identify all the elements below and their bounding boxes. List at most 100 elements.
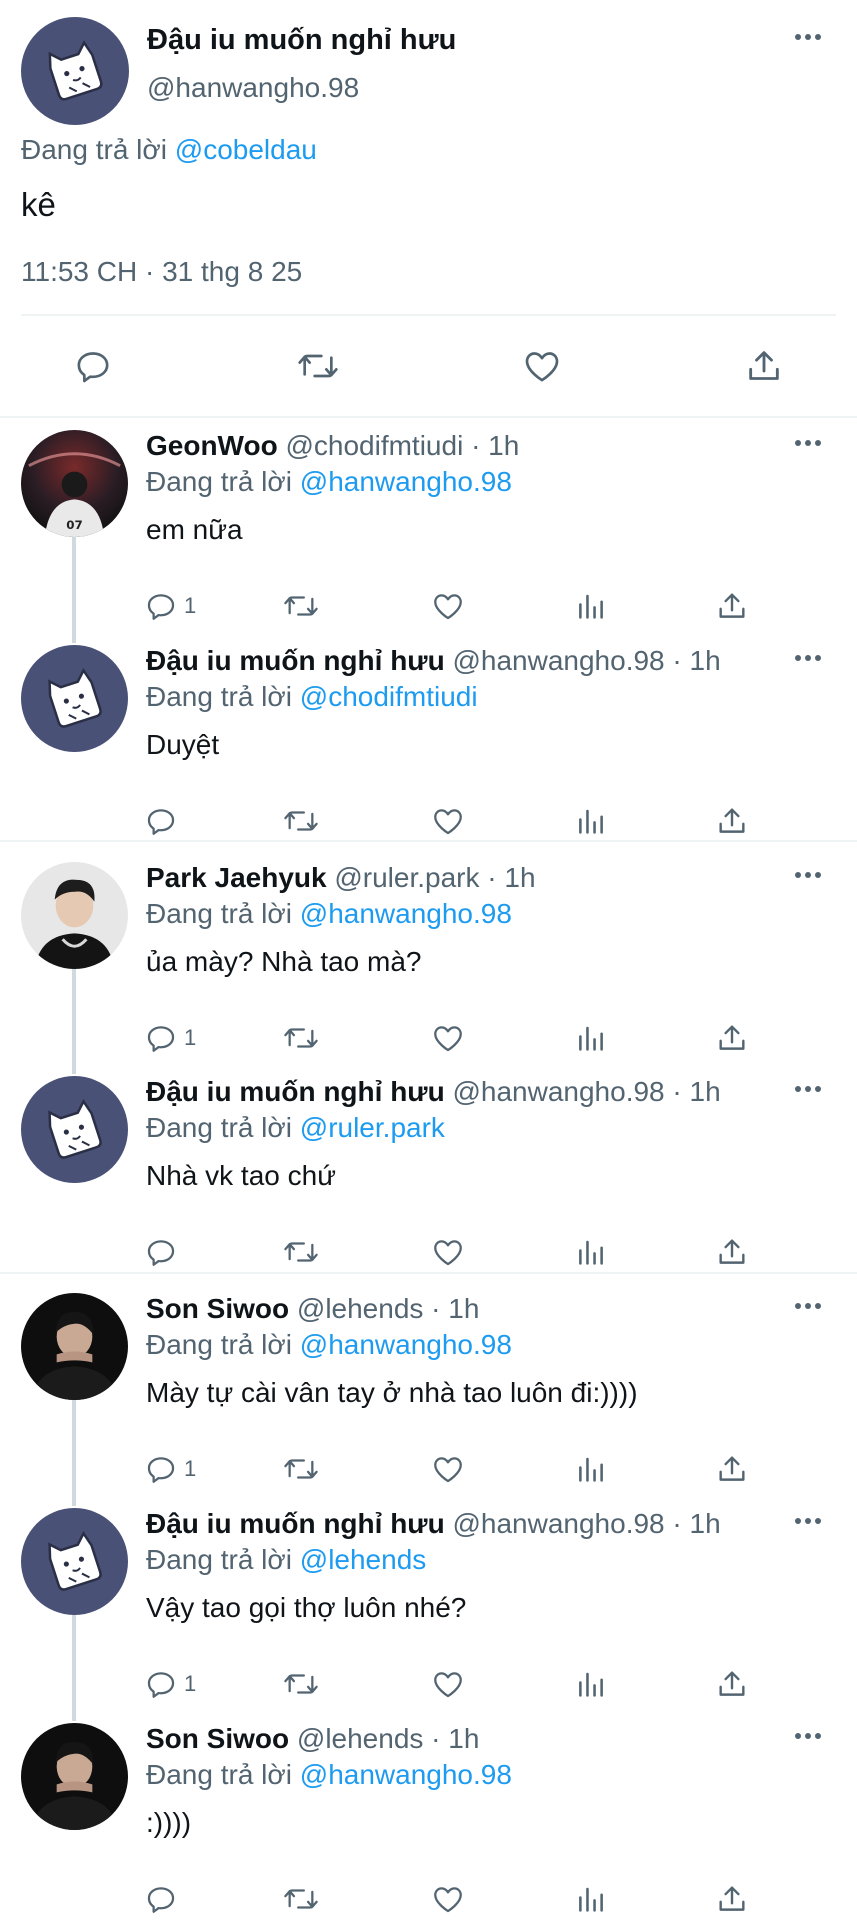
author-name[interactable]: Đậu iu muốn nghỉ hưu (146, 1076, 445, 1107)
like-icon[interactable] (431, 586, 465, 626)
replying-to-mention[interactable]: @hanwangho.98 (300, 1759, 512, 1790)
retweet-icon[interactable] (282, 586, 320, 626)
more-icon[interactable] (795, 872, 821, 878)
retweet-icon[interactable] (282, 1664, 320, 1704)
reply-header: Đậu iu muốn nghỉ hưu @hanwangho.98 · 1h (146, 1076, 721, 1108)
author-handle[interactable]: @hanwangho.98 · 1h (452, 1076, 720, 1107)
avatar[interactable] (21, 645, 128, 752)
views-icon[interactable] (574, 1664, 608, 1704)
tweet-actions: 1 (146, 1018, 766, 1058)
replying-to: Đang trả lời @hanwangho.98 (146, 898, 512, 930)
author-handle[interactable]: @lehends · 1h (297, 1723, 480, 1754)
replying-to-mention[interactable]: @cobeldau (175, 134, 317, 165)
replying-to: Đang trả lời @chodifmtiudi (146, 681, 478, 713)
reply-tweet[interactable]: Park Jaehyuk @ruler.park · 1h Đang trả l… (0, 852, 857, 1067)
like-icon[interactable] (431, 1664, 465, 1704)
avatar[interactable] (21, 17, 129, 125)
author-handle[interactable]: @hanwangho.98 · 1h (452, 645, 720, 676)
avatar[interactable]: 07 (21, 430, 128, 537)
like-icon[interactable] (514, 338, 570, 394)
share-icon[interactable] (715, 1232, 749, 1272)
more-icon[interactable] (795, 1518, 821, 1524)
tweet-actions: 1 (146, 1449, 766, 1489)
author-name[interactable]: GeonWoo (146, 430, 278, 461)
more-icon[interactable] (795, 1086, 821, 1092)
share-icon[interactable] (715, 1879, 749, 1919)
reply-header: Park Jaehyuk @ruler.park · 1h (146, 862, 536, 894)
avatar[interactable] (21, 862, 128, 969)
tweet-timestamp[interactable]: 11:53 CH · 31 thg 8 25 (21, 256, 302, 288)
more-icon[interactable] (795, 440, 821, 446)
views-icon[interactable] (574, 1449, 608, 1489)
tweet-actions: 1 (146, 586, 766, 626)
author-handle[interactable]: @chodifmtiudi · 1h (285, 430, 519, 461)
share-icon[interactable] (715, 1018, 749, 1058)
tweet-actions: 1 (146, 1664, 766, 1704)
avatar[interactable] (21, 1508, 128, 1615)
reply-tweet[interactable]: Son Siwoo @lehends · 1h Đang trả lời @ha… (0, 1713, 857, 1920)
replying-to-mention[interactable]: @lehends (300, 1544, 427, 1575)
retweet-icon[interactable] (282, 1232, 320, 1272)
more-icon[interactable] (795, 1733, 821, 1739)
views-icon[interactable] (574, 1018, 608, 1058)
more-icon[interactable] (795, 1303, 821, 1309)
reply-button[interactable]: 1 (144, 1018, 196, 1058)
author-name[interactable]: Đậu iu muốn nghỉ hưu (146, 645, 445, 676)
reply-icon[interactable] (65, 338, 121, 394)
author-handle[interactable]: @hanwangho.98 · 1h (452, 1508, 720, 1539)
replying-to-mention[interactable]: @ruler.park (300, 1112, 445, 1143)
like-icon[interactable] (431, 1018, 465, 1058)
reply-tweet[interactable]: Đậu iu muốn nghỉ hưu @hanwangho.98 · 1h … (0, 635, 857, 850)
share-icon[interactable] (715, 1449, 749, 1489)
reply-header: GeonWoo @chodifmtiudi · 1h (146, 430, 519, 462)
avatar[interactable] (21, 1076, 128, 1183)
reply-button[interactable] (144, 801, 184, 841)
replying-to: Đang trả lời @hanwangho.98 (146, 466, 512, 498)
retweet-icon[interactable] (282, 1449, 320, 1489)
replying-to-mention[interactable]: @chodifmtiudi (300, 681, 478, 712)
retweet-icon[interactable] (290, 338, 346, 394)
reply-button[interactable]: 1 (144, 1664, 196, 1704)
reply-button[interactable] (144, 1232, 184, 1272)
reply-tweet[interactable]: Son Siwoo @lehends · 1h Đang trả lời @ha… (0, 1283, 857, 1498)
author-name[interactable]: Son Siwoo (146, 1293, 289, 1324)
views-icon[interactable] (574, 1879, 608, 1919)
author-name[interactable]: Đậu iu muốn nghỉ hưu (146, 1508, 445, 1539)
retweet-icon[interactable] (282, 1879, 320, 1919)
reply-tweet[interactable]: Đậu iu muốn nghỉ hưu @hanwangho.98 · 1h … (0, 1498, 857, 1713)
author-name[interactable]: Đậu iu muốn nghỉ hưu (147, 24, 456, 57)
reply-tweet[interactable]: 07 GeonWoo @chodifmtiudi · 1h Đang trả l… (0, 420, 857, 635)
author-handle[interactable]: @ruler.park · 1h (334, 862, 535, 893)
author-handle[interactable]: @hanwangho.98 (147, 72, 359, 104)
views-icon[interactable] (574, 801, 608, 841)
reply-button[interactable]: 1 (144, 586, 196, 626)
more-icon[interactable] (795, 34, 821, 40)
views-icon[interactable] (574, 586, 608, 626)
share-icon[interactable] (715, 801, 749, 841)
like-icon[interactable] (431, 1449, 465, 1489)
replying-to-mention[interactable]: @hanwangho.98 (300, 466, 512, 497)
author-name[interactable]: Park Jaehyuk (146, 862, 327, 893)
reply-button[interactable]: 1 (144, 1449, 196, 1489)
views-icon[interactable] (574, 1232, 608, 1272)
replying-to-label: Đang trả lời (146, 466, 292, 497)
like-icon[interactable] (431, 801, 465, 841)
retweet-icon[interactable] (282, 801, 320, 841)
replying-to: Đang trả lời @cobeldau (21, 134, 317, 166)
tweet-text: Duyệt (146, 729, 220, 760)
author-handle[interactable]: @lehends · 1h (297, 1293, 480, 1324)
more-icon[interactable] (795, 655, 821, 661)
replying-to-mention[interactable]: @hanwangho.98 (300, 898, 512, 929)
share-icon[interactable] (715, 586, 749, 626)
avatar[interactable] (21, 1723, 128, 1830)
reply-button[interactable] (144, 1879, 184, 1919)
retweet-icon[interactable] (282, 1018, 320, 1058)
author-name[interactable]: Son Siwoo (146, 1723, 289, 1754)
reply-tweet[interactable]: Đậu iu muốn nghỉ hưu @hanwangho.98 · 1h … (0, 1066, 857, 1281)
like-icon[interactable] (431, 1879, 465, 1919)
like-icon[interactable] (431, 1232, 465, 1272)
replying-to-mention[interactable]: @hanwangho.98 (300, 1329, 512, 1360)
share-icon[interactable] (715, 1664, 749, 1704)
share-icon[interactable] (736, 338, 792, 394)
avatar[interactable] (21, 1293, 128, 1400)
